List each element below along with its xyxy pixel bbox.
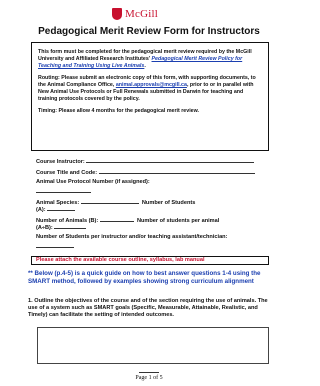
smart-guide-note: ** Below (p.4-5) is a quick guide on how… <box>28 270 261 285</box>
field-ratio-line <box>36 242 276 251</box>
field-aup: Animal Use Protocol Number (if assigned)… <box>36 179 276 186</box>
animals-input[interactable] <box>99 216 134 222</box>
animals-per-input[interactable] <box>54 223 87 229</box>
intro-paragraph: This form must be completed for the peda… <box>38 49 262 70</box>
instructor-input[interactable] <box>86 157 255 163</box>
question-1-answer-box[interactable] <box>37 327 269 364</box>
aup-input[interactable] <box>36 187 91 193</box>
mcgill-logo: McGill <box>112 6 192 22</box>
aup-label: Animal Use Protocol Number (if assigned)… <box>36 179 150 185</box>
field-instructor: Course Instructor: <box>36 157 276 166</box>
field-ratio: Number of Students per instructor and/or… <box>36 234 276 241</box>
footer-divider <box>139 372 159 373</box>
email-link[interactable]: animal.approvals@mcgill.ca <box>116 82 187 88</box>
mcgill-crest-icon <box>112 8 122 20</box>
field-course-title: Course Title and Code: <box>36 168 276 177</box>
students-a-input[interactable] <box>47 205 76 211</box>
course-title-label: Course Title and Code: <box>36 170 98 176</box>
ratio-input[interactable] <box>36 242 74 248</box>
timing-paragraph: Timing: Please allow 4 months for the pe… <box>38 108 200 114</box>
field-students-a: (A): <box>36 205 276 214</box>
attach-notice: Please attach the available course outli… <box>31 256 269 265</box>
question-1: 1. Outline the objectives of the course … <box>28 298 268 318</box>
field-aup-line <box>36 187 276 196</box>
form-title: Pedagogical Merit Review Form for Instru… <box>38 26 260 37</box>
intro-text-end: . <box>144 63 146 69</box>
species-input[interactable] <box>80 198 139 204</box>
intro-box: This form must be completed for the peda… <box>31 42 269 151</box>
students-a-label: (A): <box>36 207 46 213</box>
animals-per-b-label: (A÷B): <box>36 225 53 231</box>
field-animals-per-b: (A÷B): <box>36 223 276 232</box>
instructor-label: Course Instructor: <box>36 159 85 165</box>
course-title-input[interactable] <box>98 168 255 174</box>
page-footer: Page 1 of 5 <box>135 375 163 381</box>
routing-paragraph: Routing: Please submit an electronic cop… <box>38 75 262 103</box>
logo-text: McGill <box>125 8 158 20</box>
ratio-label: Number of Students per instructor and/or… <box>36 234 228 240</box>
